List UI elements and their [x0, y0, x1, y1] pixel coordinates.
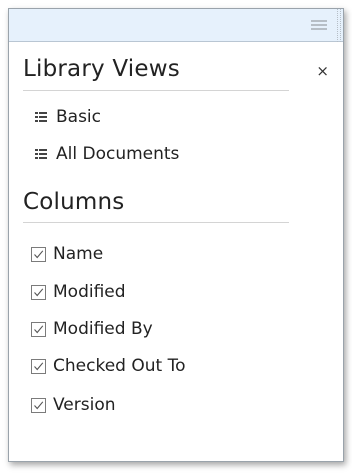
view-label: All Documents	[56, 144, 180, 164]
resize-handle[interactable]	[337, 9, 341, 42]
column-toggle-modified[interactable]: Modified	[31, 280, 126, 304]
checkmark-icon[interactable]	[31, 246, 46, 262]
column-toggle-version[interactable]: Version	[31, 393, 116, 417]
view-item-basic[interactable]: Basic	[35, 106, 101, 128]
checkmark-icon[interactable]	[31, 284, 46, 300]
checkmark-icon[interactable]	[31, 358, 46, 374]
column-toggle-modified-by[interactable]: Modified By	[31, 317, 153, 341]
column-label: Modified By	[53, 319, 153, 339]
list-view-icon	[35, 112, 47, 122]
checkmark-icon[interactable]	[31, 321, 46, 337]
section-divider	[23, 90, 289, 91]
column-label: Version	[53, 395, 116, 415]
list-view-icon	[35, 149, 47, 159]
checkmark-icon[interactable]	[31, 397, 46, 413]
column-label: Modified	[53, 282, 126, 302]
library-views-panel: × Library Views Basic All Documents Colu…	[8, 8, 344, 462]
column-label: Checked Out To	[53, 356, 186, 376]
column-label: Name	[53, 244, 104, 264]
grip-handle-icon[interactable]	[311, 20, 327, 32]
column-toggle-name[interactable]: Name	[31, 242, 103, 266]
panel-header-bar	[9, 9, 343, 42]
library-views-heading: Library Views	[23, 56, 180, 82]
close-button[interactable]: ×	[316, 63, 329, 79]
section-divider	[23, 222, 289, 223]
column-toggle-checked-out-to[interactable]: Checked Out To	[31, 354, 185, 378]
columns-heading: Columns	[23, 189, 125, 215]
view-item-all-documents[interactable]: All Documents	[35, 143, 179, 165]
view-label: Basic	[56, 107, 102, 127]
